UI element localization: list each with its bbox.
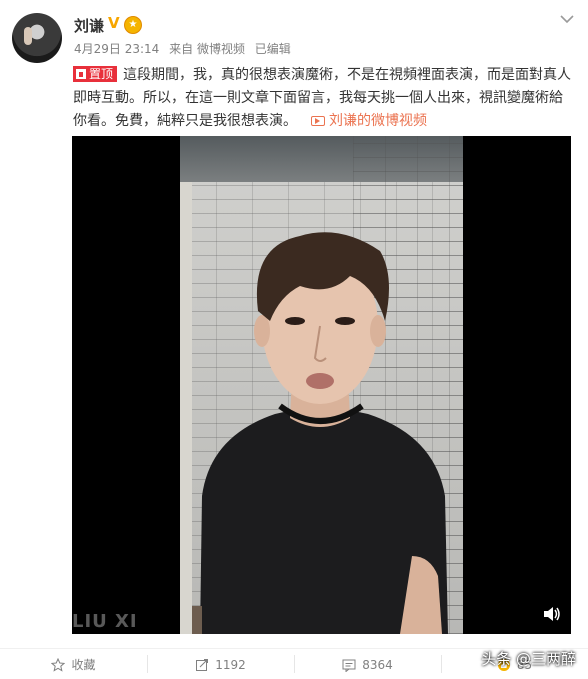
verified-icon: V — [108, 14, 120, 32]
video-link-label: 刘谦的微博视频 — [329, 113, 427, 129]
video-play-icon — [311, 116, 325, 126]
volume-icon[interactable] — [543, 606, 561, 622]
person-figure — [180, 232, 448, 634]
toutiao-watermark: 头条 @三两醉 — [481, 650, 576, 668]
avatar[interactable] — [12, 13, 62, 63]
repost-count: 1192 — [215, 657, 246, 672]
favorite-button[interactable]: 收藏 — [0, 650, 147, 679]
video-player[interactable]: LIU XI — [72, 136, 571, 634]
post-text-block: 置顶 這段期間，我，真的很想表演魔術，不是在視頻裡面表演，而是面對真人即時互動。所… — [73, 64, 573, 133]
repost-icon — [196, 658, 209, 671]
pin-icon — [76, 69, 86, 79]
video-watermark: LIU XI — [72, 611, 138, 632]
repost-button[interactable]: 1192 — [147, 650, 294, 679]
post-meta: 4月29日 23:14 来自 微博视频 已编辑 — [74, 40, 297, 57]
pinned-label: 置顶 — [89, 67, 114, 81]
edited-label: 已编辑 — [254, 42, 291, 56]
favorite-label: 收藏 — [71, 658, 96, 672]
comment-icon — [342, 659, 356, 672]
medal-icon[interactable]: ★ — [124, 16, 142, 34]
chevron-down-icon[interactable] — [560, 12, 574, 28]
scene-left-wall — [180, 182, 192, 634]
post-date[interactable]: 4月29日 23:14 — [74, 42, 159, 56]
star-icon — [51, 657, 66, 672]
post-source[interactable]: 来自 微博视频 — [169, 42, 245, 56]
comment-button[interactable]: 8364 — [294, 650, 441, 679]
pinned-badge: 置顶 — [73, 66, 118, 82]
video-frame — [180, 136, 463, 634]
video-link[interactable]: 刘谦的微博视频 — [311, 113, 427, 129]
avatar-hand — [24, 27, 32, 45]
username[interactable]: 刘谦 — [74, 15, 104, 36]
comment-count: 8364 — [362, 657, 393, 672]
